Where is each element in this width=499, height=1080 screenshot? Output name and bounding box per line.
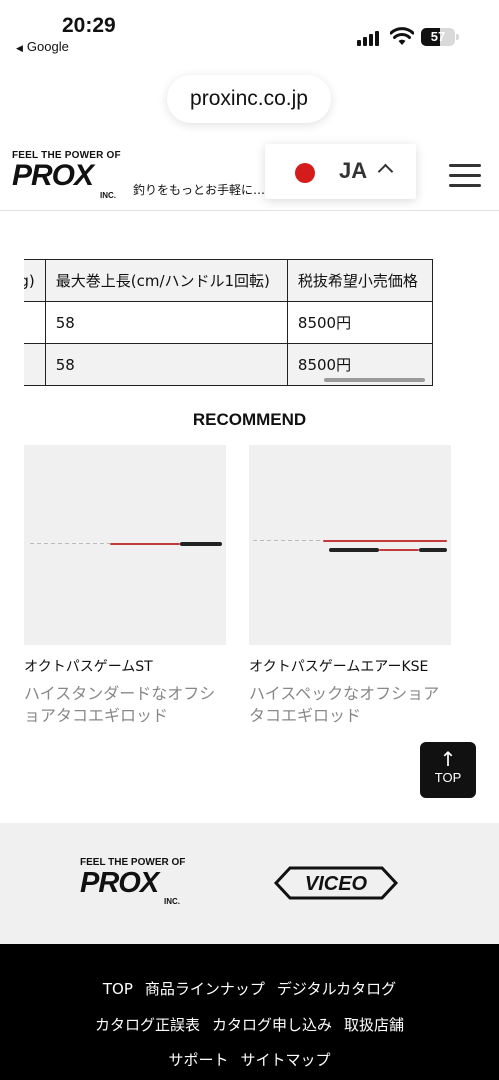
footer-link-support[interactable]: サポート bbox=[168, 1051, 228, 1069]
footer-link-catalog-errata[interactable]: カタログ正誤表 bbox=[95, 1016, 200, 1034]
back-app-label: Google bbox=[26, 39, 69, 54]
wifi-icon bbox=[390, 27, 414, 45]
footer-link-catalog-request[interactable]: カタログ申し込み bbox=[212, 1016, 332, 1034]
table-row: 58 8500円 bbox=[24, 301, 434, 344]
table-cell bbox=[24, 301, 46, 344]
footer-link-products[interactable]: 商品ラインナップ bbox=[145, 980, 265, 998]
spec-table: (kg) 最大巻上長(cm/ハンドル1回転) 税抜希望小売価格 58 8500円… bbox=[24, 259, 434, 386]
table-cell: 58 bbox=[44, 343, 288, 386]
footer-link-digital-catalog[interactable]: デジタルカタログ bbox=[277, 980, 396, 998]
footer-link-sitemap[interactable]: サイトマップ bbox=[241, 1051, 331, 1069]
table-cell: 58 bbox=[44, 301, 288, 344]
footer-nav-row: カタログ正誤表 カタログ申し込み 取扱店舗 bbox=[0, 1014, 499, 1035]
table-header-cell: 税抜希望小売価格 bbox=[286, 259, 434, 302]
horizontal-scrollbar[interactable] bbox=[324, 378, 425, 382]
product-image[interactable] bbox=[249, 445, 451, 645]
footer-nav-row: サポート サイトマップ bbox=[0, 1049, 499, 1070]
table-header-cell: (kg) bbox=[24, 259, 46, 302]
brand-inc: INC. bbox=[164, 897, 180, 906]
battery-tip bbox=[456, 34, 459, 40]
viceo-brand-logo[interactable]: VICEO bbox=[272, 865, 400, 901]
back-to-top-button[interactable]: ↑ TOP bbox=[420, 742, 476, 798]
viceo-word: VICEO bbox=[305, 873, 368, 895]
product-description: ハイスタンダードなオフショアタコエギロッド bbox=[24, 684, 216, 725]
footer-nav-row: TOP 商品ラインナップ デジタルカタログ bbox=[0, 978, 499, 999]
site-header: FEEL THE POWER OF PROX INC. 釣りをもっとお手軽に… … bbox=[0, 140, 499, 211]
table-header-row: (kg) 最大巻上長(cm/ハンドル1回転) 税抜希望小売価格 bbox=[24, 259, 434, 302]
table-header-cell: 最大巻上長(cm/ハンドル1回転) bbox=[44, 259, 288, 302]
battery-icon: 57 bbox=[421, 28, 455, 46]
logo-inc: INC. bbox=[100, 191, 116, 200]
product-card[interactable]: オクトパスゲームST ハイスタンダードなオフショアタコエギロッド bbox=[24, 445, 226, 727]
back-to-app-link[interactable]: ◀ Google bbox=[16, 39, 69, 54]
spec-table-scroll[interactable]: (kg) 最大巻上長(cm/ハンドル1回転) 税抜希望小売価格 58 8500円… bbox=[24, 259, 473, 386]
product-description: ハイスペックなオフショアタコエギロッド bbox=[249, 684, 440, 725]
prox-logo[interactable]: FEEL THE POWER OF PROX INC. bbox=[12, 150, 124, 200]
language-code: JA bbox=[339, 158, 368, 183]
table-cell: 8500円 bbox=[286, 301, 434, 344]
chevron-up-icon bbox=[377, 163, 394, 180]
product-name[interactable]: オクトパスゲームエアーKSE bbox=[249, 657, 451, 677]
battery-percent: 57 bbox=[430, 29, 446, 44]
arrow-up-icon: ↑ bbox=[439, 747, 457, 771]
logo-word: PROX bbox=[12, 159, 94, 192]
back-to-top-label: TOP bbox=[434, 770, 462, 785]
footer-link-dealers[interactable]: 取扱店舗 bbox=[344, 1016, 404, 1034]
table-cell bbox=[24, 343, 46, 386]
status-time: 20:29 bbox=[62, 14, 116, 37]
brand-band: FEEL THE POWER OF PROX INC. VICEO bbox=[0, 823, 499, 944]
product-image[interactable] bbox=[24, 445, 226, 645]
product-name[interactable]: オクトパスゲームST bbox=[24, 657, 226, 677]
footer-link-top[interactable]: TOP bbox=[103, 980, 133, 998]
back-triangle-icon: ◀ bbox=[16, 43, 23, 53]
url-bar[interactable]: proxinc.co.jp bbox=[167, 75, 331, 123]
brand-word: PROX bbox=[80, 867, 159, 899]
recommend-title: RECOMMEND bbox=[192, 410, 307, 429]
cellular-signal-icon bbox=[357, 30, 383, 46]
hamburger-menu-button[interactable] bbox=[449, 164, 481, 188]
japan-flag-icon bbox=[295, 163, 315, 183]
status-bar: 20:29 ◀ Google 57 bbox=[0, 0, 499, 60]
site-footer: TOP 商品ラインナップ デジタルカタログ カタログ正誤表 カタログ申し込み 取扱店舗 … bbox=[0, 944, 499, 1080]
site-tagline: 釣りをもっとお手軽に… bbox=[133, 183, 265, 197]
language-selector[interactable]: JA bbox=[265, 144, 416, 199]
prox-brand-logo[interactable]: FEEL THE POWER OF PROX INC. bbox=[80, 857, 192, 906]
product-card[interactable]: オクトパスゲームエアーKSE ハイスペックなオフショアタコエギロッド bbox=[249, 445, 451, 727]
